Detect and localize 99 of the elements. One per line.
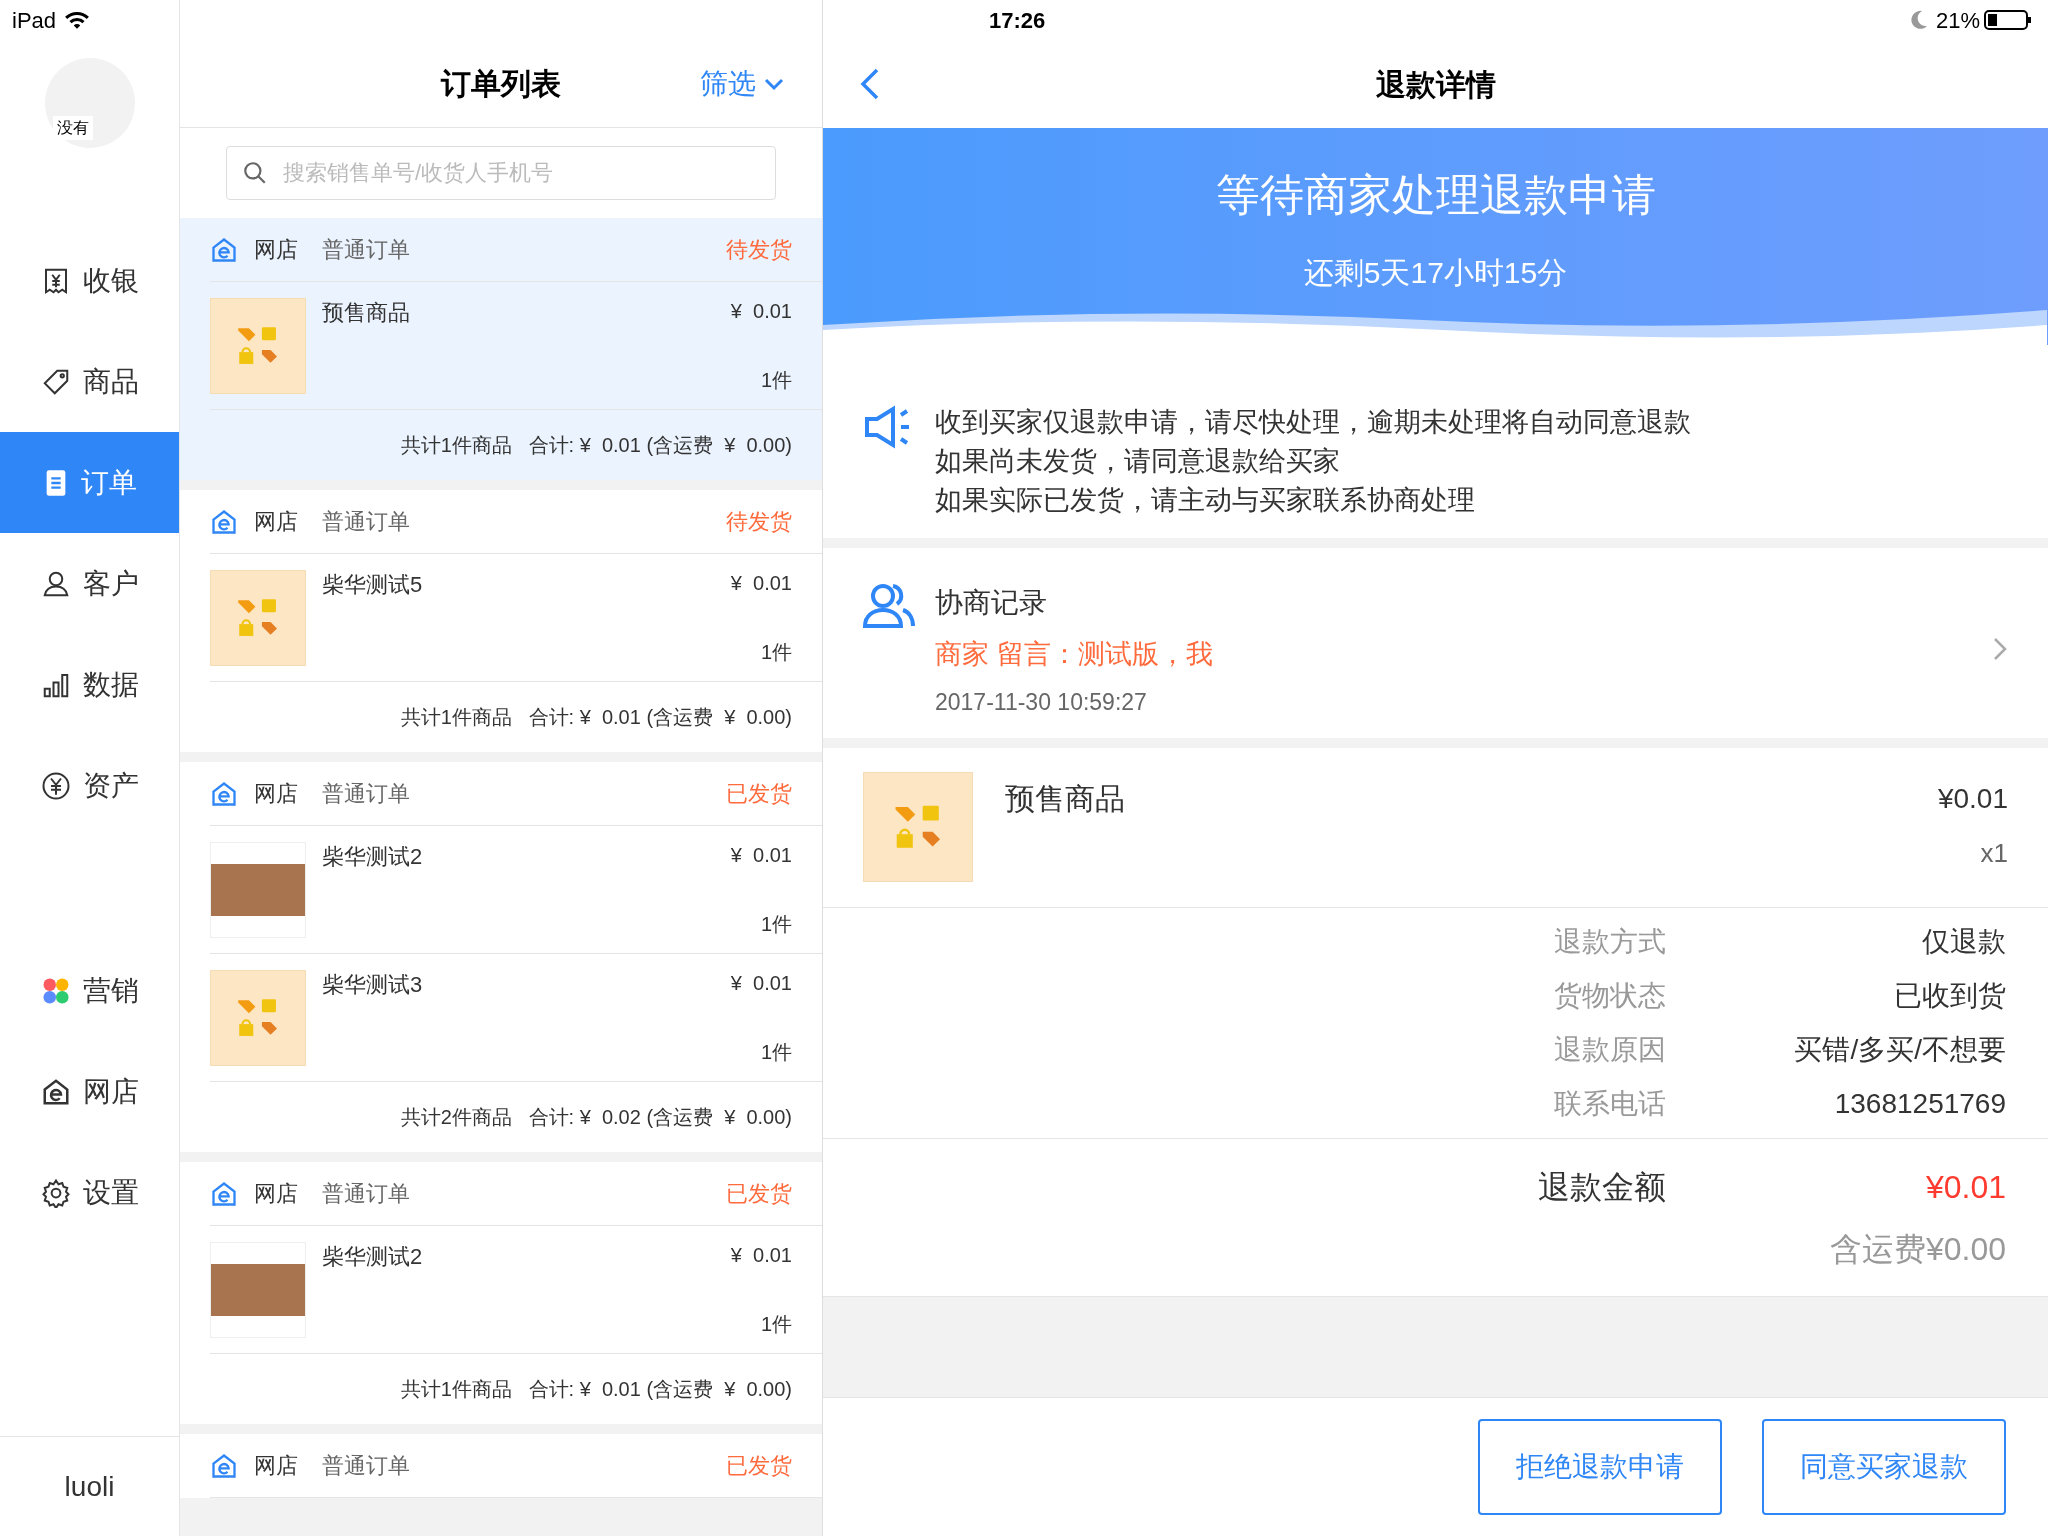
item-price: ¥ 0.01: [730, 299, 792, 324]
item-quantity: 1件: [760, 640, 792, 665]
field-value: 已收到货: [1893, 979, 2006, 1013]
moon-icon: [1909, 10, 1928, 30]
back-icon: [859, 67, 881, 101]
search-field[interactable]: 搜索销售单号/收货人手机号: [226, 146, 776, 200]
order-card[interactable]: 网店 普通订单 已发货 柴华测试2 ¥ 0.01 1件 柴华测试3 ¥ 0.01 1件 共计2件商品 合计: ¥ 0.02 (含运费 ¥ 0.00): [180, 762, 822, 1152]
item-name: 预售商品: [322, 299, 410, 327]
chevron-down-icon: [764, 76, 784, 91]
yen-coin-icon: [40, 770, 71, 801]
device-name: iPad: [12, 6, 57, 35]
list-title: 订单列表: [441, 66, 561, 102]
order-type: 普通订单: [322, 780, 410, 808]
negotiation-row[interactable]: 协商记录 商家 留言：测试版，我 2017-11-30 10:59:27: [823, 548, 2048, 738]
order-summary: 共计1件商品 合计: ¥ 0.01 (含运费 ¥ 0.00): [400, 433, 792, 458]
battery-percent: 21%: [1935, 6, 1980, 35]
battery-icon: [1984, 9, 2032, 31]
countdown-text: 还剩5天17小时15分: [1303, 255, 1568, 291]
nav-item[interactable]: 营销: [0, 940, 179, 1041]
people-icon: [863, 582, 915, 630]
filter-button[interactable]: 筛选: [700, 62, 784, 105]
shop-label: 网店: [254, 780, 298, 808]
order-type: 普通订单: [322, 1452, 410, 1480]
field-value: 仅退款: [1921, 925, 2006, 959]
item-quantity: 1件: [760, 368, 792, 393]
order-card[interactable]: 网店 普通订单 待发货 柴华测试5 ¥ 0.01 1件 共计1件商品 合计: ¥ 0.01 (含运费 ¥ 0.00): [180, 490, 822, 752]
item-name: 柴华测试2: [322, 1243, 423, 1271]
search-icon: [242, 160, 268, 186]
notice-line: 如果实际已发货，请主动与买家联系协商处理: [935, 484, 1476, 517]
merchant-message: 商家 留言：测试版，我: [935, 638, 1214, 671]
order-summary: 共计1件商品 合计: ¥ 0.01 (含运费 ¥ 0.00): [400, 705, 792, 730]
item-name: 柴华测试2: [322, 843, 423, 871]
message-time: 2017-11-30 10:59:27: [935, 687, 1148, 717]
order-type: 普通订单: [322, 508, 410, 536]
back-button[interactable]: [859, 67, 881, 101]
avatar[interactable]: 没有: [44, 58, 135, 148]
nav-item[interactable]: 资产: [0, 735, 179, 836]
product-price: ¥0.01: [1937, 782, 2008, 816]
notice-line: 如果尚未发货，请同意退款给买家: [935, 445, 1341, 478]
nav-item[interactable]: 数据: [0, 634, 179, 735]
field-label: 退款原因: [1553, 1033, 1666, 1067]
nav-item[interactable]: 收银: [0, 230, 179, 331]
field-label: 退款方式: [1553, 925, 1666, 959]
order-summary: 共计1件商品 合计: ¥ 0.01 (含运费 ¥ 0.00): [400, 1377, 792, 1402]
nav-item[interactable]: 订单: [0, 432, 179, 533]
status-time: 17:26: [989, 6, 1046, 35]
item-price: ¥ 0.01: [730, 1243, 792, 1268]
field-value: 13681251769: [1833, 1087, 2006, 1121]
order-summary: 共计2件商品 合计: ¥ 0.02 (含运费 ¥ 0.00): [400, 1105, 792, 1130]
shop-icon: [210, 1451, 238, 1480]
shop-label: 网店: [254, 508, 298, 536]
order-card[interactable]: 网店 普通订单 待发货 预售商品 ¥ 0.01 1件 共计1件商品 合计: ¥ 0.01 (含运费 ¥ 0.00): [180, 218, 822, 480]
shop-label: 网店: [254, 1180, 298, 1208]
shop-icon: [210, 779, 238, 808]
shop-label: 网店: [254, 236, 298, 264]
amount-value: ¥0.01: [1924, 1167, 2006, 1207]
item-quantity: 1件: [760, 1040, 792, 1065]
item-price: ¥ 0.01: [730, 971, 792, 996]
user-name: luoli: [64, 1469, 115, 1504]
item-quantity: 1件: [760, 912, 792, 937]
nav-item[interactable]: 客户: [0, 533, 179, 634]
action-button[interactable]: 同意买家退款: [1762, 1419, 2006, 1515]
nav-item[interactable]: 设置: [0, 1142, 179, 1243]
amount-label: 退款金额: [1537, 1167, 1666, 1207]
item-name: 柴华测试3: [322, 971, 423, 999]
shop-label: 网店: [254, 1452, 298, 1480]
item-price: ¥ 0.01: [730, 843, 792, 868]
order-card[interactable]: 网店 普通订单 已发货 柴华测试2 ¥ 0.01 1件 共计1件商品 合计: ¥ 0.01 (含运费 ¥ 0.00): [180, 1162, 822, 1424]
order-type: 普通订单: [322, 236, 410, 264]
page-title: 退款详情: [1375, 66, 1496, 103]
field-label: 联系电话: [1553, 1087, 1666, 1121]
product-quantity: x1: [1980, 837, 2008, 870]
shipping-fee: 含运费¥0.00: [1829, 1229, 2006, 1269]
shop-icon: [210, 235, 238, 264]
chevron-right-icon: [1992, 636, 2008, 662]
field-value: 买错/多买/不想要: [1793, 1033, 2006, 1067]
order-status: 已发货: [726, 1180, 792, 1208]
product-name: 预售商品: [1005, 781, 1126, 817]
order-type: 普通订单: [322, 1180, 410, 1208]
order-card[interactable]: 网店 普通订单 已发货: [180, 1434, 822, 1498]
order-status: 已发货: [726, 1452, 792, 1480]
avatar-text: 没有: [52, 116, 93, 140]
item-quantity: 1件: [760, 1312, 792, 1337]
action-button[interactable]: 拒绝退款申请: [1478, 1419, 1722, 1515]
negotiation-title: 协商记录: [935, 586, 1048, 620]
nav-item[interactable]: 网店: [0, 1041, 179, 1142]
order-status: 待发货: [726, 508, 792, 536]
shop-icon: [210, 507, 238, 536]
item-name: 柴华测试5: [322, 571, 423, 599]
settings-icon: [40, 1177, 71, 1208]
nav-item[interactable]: 商品: [0, 331, 179, 432]
notice-line: 收到买家仅退款申请，请尽快处理，逾期未处理将自动同意退款: [935, 406, 1691, 439]
banner-title: 等待商家处理退款申请: [1215, 169, 1656, 221]
item-price: ¥ 0.01: [730, 571, 792, 596]
field-label: 货物状态: [1553, 979, 1666, 1013]
shop-icon: [210, 1179, 238, 1208]
wifi-icon: [64, 10, 91, 30]
order-status: 待发货: [726, 236, 792, 264]
order-status: 已发货: [726, 780, 792, 808]
